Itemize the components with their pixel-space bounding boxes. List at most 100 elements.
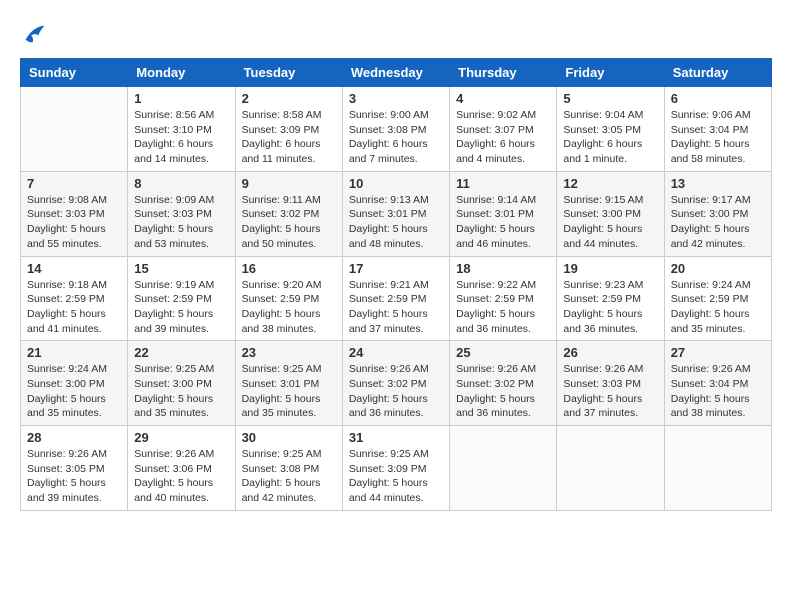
day-number: 21	[27, 345, 121, 360]
weekday-header-cell: Tuesday	[235, 59, 342, 87]
day-info: Sunrise: 9:09 AM Sunset: 3:03 PM Dayligh…	[134, 193, 228, 252]
calendar-day-cell: 20 Sunrise: 9:24 AM Sunset: 2:59 PM Dayli…	[664, 256, 771, 341]
day-info: Sunrise: 9:04 AM Sunset: 3:05 PM Dayligh…	[563, 108, 657, 167]
day-number: 31	[349, 430, 443, 445]
day-number: 22	[134, 345, 228, 360]
day-info: Sunrise: 9:25 AM Sunset: 3:08 PM Dayligh…	[242, 447, 336, 506]
logo-icon	[20, 20, 48, 48]
day-info: Sunrise: 9:25 AM Sunset: 3:09 PM Dayligh…	[349, 447, 443, 506]
day-info: Sunrise: 9:17 AM Sunset: 3:00 PM Dayligh…	[671, 193, 765, 252]
day-number: 19	[563, 261, 657, 276]
calendar-week-row: 21 Sunrise: 9:24 AM Sunset: 3:00 PM Dayli…	[21, 341, 772, 426]
day-info: Sunrise: 9:23 AM Sunset: 2:59 PM Dayligh…	[563, 278, 657, 337]
day-number: 14	[27, 261, 121, 276]
day-info: Sunrise: 9:08 AM Sunset: 3:03 PM Dayligh…	[27, 193, 121, 252]
calendar-day-cell	[664, 426, 771, 511]
day-info: Sunrise: 9:18 AM Sunset: 2:59 PM Dayligh…	[27, 278, 121, 337]
day-number: 4	[456, 91, 550, 106]
calendar-week-row: 1Sunrise: 8:56 AM Sunset: 3:10 PM Daylig…	[21, 87, 772, 172]
day-number: 30	[242, 430, 336, 445]
day-number: 29	[134, 430, 228, 445]
calendar-day-cell: 29 Sunrise: 9:26 AM Sunset: 3:06 PM Dayli…	[128, 426, 235, 511]
day-info: Sunrise: 9:06 AM Sunset: 3:04 PM Dayligh…	[671, 108, 765, 167]
calendar-body: 1Sunrise: 8:56 AM Sunset: 3:10 PM Daylig…	[21, 87, 772, 511]
day-info: Sunrise: 9:02 AM Sunset: 3:07 PM Dayligh…	[456, 108, 550, 167]
calendar-table: SundayMondayTuesdayWednesdayThursdayFrid…	[20, 58, 772, 511]
day-info: Sunrise: 9:00 AM Sunset: 3:08 PM Dayligh…	[349, 108, 443, 167]
calendar-day-cell: 31 Sunrise: 9:25 AM Sunset: 3:09 PM Dayli…	[342, 426, 449, 511]
day-info: Sunrise: 9:26 AM Sunset: 3:02 PM Dayligh…	[456, 362, 550, 421]
day-info: Sunrise: 9:24 AM Sunset: 2:59 PM Dayligh…	[671, 278, 765, 337]
calendar-day-cell: 24 Sunrise: 9:26 AM Sunset: 3:02 PM Dayli…	[342, 341, 449, 426]
day-number: 12	[563, 176, 657, 191]
calendar-day-cell: 27Sunrise: 9:26 AM Sunset: 3:04 PM Dayli…	[664, 341, 771, 426]
weekday-header-row: SundayMondayTuesdayWednesdayThursdayFrid…	[21, 59, 772, 87]
calendar-day-cell: 21 Sunrise: 9:24 AM Sunset: 3:00 PM Dayli…	[21, 341, 128, 426]
calendar-day-cell: 6 Sunrise: 9:06 AM Sunset: 3:04 PM Daylig…	[664, 87, 771, 172]
calendar-day-cell: 2Sunrise: 8:58 AM Sunset: 3:09 PM Daylig…	[235, 87, 342, 172]
day-info: Sunrise: 9:26 AM Sunset: 3:02 PM Dayligh…	[349, 362, 443, 421]
day-number: 8	[134, 176, 228, 191]
day-info: Sunrise: 9:22 AM Sunset: 2:59 PM Dayligh…	[456, 278, 550, 337]
calendar-day-cell	[21, 87, 128, 172]
day-info: Sunrise: 9:14 AM Sunset: 3:01 PM Dayligh…	[456, 193, 550, 252]
day-number: 23	[242, 345, 336, 360]
day-number: 16	[242, 261, 336, 276]
day-info: Sunrise: 9:25 AM Sunset: 3:00 PM Dayligh…	[134, 362, 228, 421]
calendar-day-cell: 19 Sunrise: 9:23 AM Sunset: 2:59 PM Dayli…	[557, 256, 664, 341]
day-info: Sunrise: 9:19 AM Sunset: 2:59 PM Dayligh…	[134, 278, 228, 337]
weekday-header-cell: Monday	[128, 59, 235, 87]
day-number: 17	[349, 261, 443, 276]
calendar-day-cell: 13 Sunrise: 9:17 AM Sunset: 3:00 PM Dayli…	[664, 171, 771, 256]
calendar-day-cell: 30 Sunrise: 9:25 AM Sunset: 3:08 PM Dayli…	[235, 426, 342, 511]
calendar-week-row: 14 Sunrise: 9:18 AM Sunset: 2:59 PM Dayli…	[21, 256, 772, 341]
calendar-day-cell: 5 Sunrise: 9:04 AM Sunset: 3:05 PM Daylig…	[557, 87, 664, 172]
weekday-header-cell: Wednesday	[342, 59, 449, 87]
day-info: Sunrise: 8:56 AM Sunset: 3:10 PM Dayligh…	[134, 108, 228, 167]
day-number: 27	[671, 345, 765, 360]
day-info: Sunrise: 9:24 AM Sunset: 3:00 PM Dayligh…	[27, 362, 121, 421]
day-info: Sunrise: 9:26 AM Sunset: 3:06 PM Dayligh…	[134, 447, 228, 506]
day-number: 11	[456, 176, 550, 191]
calendar-day-cell: 23 Sunrise: 9:25 AM Sunset: 3:01 PM Dayli…	[235, 341, 342, 426]
day-number: 10	[349, 176, 443, 191]
day-number: 20	[671, 261, 765, 276]
day-info: Sunrise: 9:11 AM Sunset: 3:02 PM Dayligh…	[242, 193, 336, 252]
day-number: 18	[456, 261, 550, 276]
calendar-week-row: 7 Sunrise: 9:08 AM Sunset: 3:03 PM Daylig…	[21, 171, 772, 256]
day-number: 28	[27, 430, 121, 445]
day-number: 7	[27, 176, 121, 191]
page-header	[20, 20, 772, 48]
calendar-day-cell: 4 Sunrise: 9:02 AM Sunset: 3:07 PM Daylig…	[450, 87, 557, 172]
calendar-week-row: 28 Sunrise: 9:26 AM Sunset: 3:05 PM Dayli…	[21, 426, 772, 511]
day-number: 13	[671, 176, 765, 191]
day-number: 26	[563, 345, 657, 360]
day-number: 2	[242, 91, 336, 106]
calendar-day-cell: 18 Sunrise: 9:22 AM Sunset: 2:59 PM Dayli…	[450, 256, 557, 341]
calendar-day-cell: 10 Sunrise: 9:13 AM Sunset: 3:01 PM Dayli…	[342, 171, 449, 256]
day-info: Sunrise: 9:26 AM Sunset: 3:05 PM Dayligh…	[27, 447, 121, 506]
calendar-day-cell	[450, 426, 557, 511]
calendar-day-cell: 15 Sunrise: 9:19 AM Sunset: 2:59 PM Dayli…	[128, 256, 235, 341]
day-number: 6	[671, 91, 765, 106]
weekday-header-cell: Friday	[557, 59, 664, 87]
calendar-day-cell	[557, 426, 664, 511]
day-info: Sunrise: 9:25 AM Sunset: 3:01 PM Dayligh…	[242, 362, 336, 421]
day-number: 5	[563, 91, 657, 106]
day-number: 24	[349, 345, 443, 360]
day-info: Sunrise: 9:13 AM Sunset: 3:01 PM Dayligh…	[349, 193, 443, 252]
weekday-header-cell: Thursday	[450, 59, 557, 87]
calendar-day-cell: 26Sunrise: 9:26 AM Sunset: 3:03 PM Dayli…	[557, 341, 664, 426]
calendar-day-cell: 3 Sunrise: 9:00 AM Sunset: 3:08 PM Daylig…	[342, 87, 449, 172]
day-number: 15	[134, 261, 228, 276]
calendar-day-cell: 12 Sunrise: 9:15 AM Sunset: 3:00 PM Dayli…	[557, 171, 664, 256]
day-number: 3	[349, 91, 443, 106]
day-number: 25	[456, 345, 550, 360]
calendar-day-cell: 7 Sunrise: 9:08 AM Sunset: 3:03 PM Daylig…	[21, 171, 128, 256]
weekday-header-cell: Saturday	[664, 59, 771, 87]
calendar-day-cell: 9Sunrise: 9:11 AM Sunset: 3:02 PM Daylig…	[235, 171, 342, 256]
calendar-day-cell: 25 Sunrise: 9:26 AM Sunset: 3:02 PM Dayli…	[450, 341, 557, 426]
day-info: Sunrise: 9:20 AM Sunset: 2:59 PM Dayligh…	[242, 278, 336, 337]
day-info: Sunrise: 9:15 AM Sunset: 3:00 PM Dayligh…	[563, 193, 657, 252]
calendar-day-cell: 22 Sunrise: 9:25 AM Sunset: 3:00 PM Dayli…	[128, 341, 235, 426]
